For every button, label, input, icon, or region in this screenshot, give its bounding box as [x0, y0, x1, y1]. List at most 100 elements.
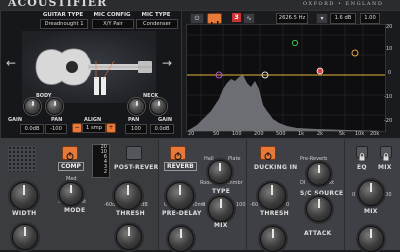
- neck-gain-value[interactable]: 0.0dB: [150, 124, 174, 134]
- lower-comp-knob[interactable]: [116, 224, 142, 250]
- neck-pan-label: PAN: [128, 117, 140, 123]
- guitar-type-label: GUITAR TYPE: [42, 12, 84, 18]
- sc-pre-reverb: Pre-Reverb: [300, 156, 328, 162]
- type-chmbr: Chmbr: [226, 180, 243, 186]
- db-tick: 0: [388, 70, 392, 76]
- freq-tick: 500: [276, 131, 286, 137]
- post-reverb-label: POST-REVERB: [114, 164, 164, 171]
- mic-config-select[interactable]: X/Y Pair: [92, 19, 134, 29]
- q-value[interactable]: 1.00: [360, 13, 380, 24]
- comp-thresh-knob[interactable]: [114, 182, 142, 210]
- mic-type-label: MIC TYPE: [141, 12, 171, 18]
- power-icon[interactable]: ⏻: [190, 13, 204, 24]
- freq-value[interactable]: 2626.5 Hz: [276, 13, 308, 24]
- lower-output-knob[interactable]: [358, 226, 384, 252]
- duck-thresh-min: -60: [250, 202, 259, 208]
- output-mix-label: MIX: [364, 208, 378, 215]
- brand-text: OXFORD • ENGLAND: [303, 1, 384, 7]
- reverb-power-button[interactable]: [170, 146, 186, 160]
- filter-shape-icon[interactable]: ∿: [243, 13, 255, 24]
- body-gain-label: GAIN: [8, 117, 23, 123]
- post-reverb-toggle[interactable]: [126, 146, 142, 160]
- attack-label: ATTACK: [304, 230, 332, 237]
- db-tick: -10: [384, 94, 393, 100]
- freq-tick: 2k: [317, 131, 324, 137]
- neck-gain-label: GAIN: [158, 117, 173, 123]
- predelay-min: 0: [164, 202, 168, 208]
- freq-tick: 20: [188, 131, 195, 137]
- predelay-label: PRE-DELAY: [162, 210, 202, 217]
- db-tick: -20: [384, 118, 393, 124]
- mix-min: 0: [352, 192, 356, 198]
- comp-thresh-label: THRESH: [116, 210, 145, 217]
- predelay-knob[interactable]: [166, 182, 194, 210]
- gain-reduction-meter: 20 10 6 4 3 2: [92, 144, 110, 178]
- lower-reverb-knob[interactable]: [168, 226, 194, 252]
- gain-value[interactable]: 1.6 dB: [330, 13, 356, 24]
- width-label: WIDTH: [12, 210, 37, 217]
- duck-thresh-label: THRESH: [260, 210, 289, 217]
- guitar-type-select[interactable]: Dreadnought 1: [40, 19, 88, 29]
- app-logo: ACOUSTIFIER: [8, 0, 108, 9]
- reverb-type-label: TYPE: [212, 188, 231, 195]
- type-plate: Plate: [228, 156, 241, 162]
- mix-label-top: MIX: [378, 164, 392, 171]
- align-plus-button[interactable]: +: [106, 123, 116, 133]
- band-number[interactable]: 3: [232, 13, 241, 22]
- reverb-mix-max: 100: [236, 202, 246, 208]
- sc-source-knob[interactable]: [307, 162, 331, 186]
- body-gain-knob[interactable]: [24, 98, 41, 115]
- freq-tick: 50: [213, 131, 220, 137]
- reverb-type-knob[interactable]: [208, 160, 232, 184]
- body-pan-label: PAN: [51, 117, 63, 123]
- freq-tick: 100: [232, 131, 242, 137]
- freq-tick: 10k: [355, 131, 365, 137]
- reverb-mix-label: MIX: [214, 222, 228, 229]
- comp-label: COMP: [58, 162, 84, 171]
- db-tick: 10: [386, 46, 393, 52]
- reverb-mix-knob[interactable]: [208, 196, 234, 222]
- freq-tick: 200: [254, 131, 264, 137]
- arrow-right-icon[interactable]: →: [162, 56, 172, 70]
- mic-type-select[interactable]: Condenser: [136, 19, 178, 29]
- eq-label: EQ: [357, 164, 367, 171]
- lower-left-knob[interactable]: [12, 224, 38, 250]
- mix-lock-icon[interactable]: [380, 146, 392, 161]
- body-label: BODY: [36, 93, 52, 99]
- eq-graph-icon[interactable]: [207, 13, 222, 27]
- mode-knob[interactable]: [59, 182, 83, 206]
- output-mix-knob[interactable]: [358, 180, 384, 206]
- freq-tick: 1k: [298, 131, 305, 137]
- reverb-mix-min: 0: [202, 202, 206, 208]
- body-pan-value[interactable]: -100: [45, 124, 67, 134]
- freq-tick: 5k: [339, 131, 346, 137]
- speaker-grille: [8, 146, 36, 172]
- attack-knob[interactable]: [306, 196, 332, 222]
- arrow-left-icon[interactable]: ←: [6, 56, 16, 70]
- body-pan-knob[interactable]: [46, 98, 63, 115]
- body-gain-value[interactable]: 0.0dB: [20, 124, 44, 134]
- meter-value: 2: [103, 169, 107, 175]
- neck-pan-value[interactable]: 100: [125, 124, 147, 134]
- lower-duck-knob[interactable]: [260, 226, 286, 252]
- eq-graph[interactable]: [186, 24, 386, 132]
- neck-pan-knob[interactable]: [128, 98, 145, 115]
- freq-tick: 20k: [370, 131, 380, 137]
- reverb-label: REVERB: [164, 162, 197, 171]
- band-dropdown-icon[interactable]: ▾: [316, 13, 328, 24]
- sc-di: DI: [300, 180, 306, 186]
- type-hall: Hall: [204, 156, 214, 162]
- mic-config-label: MIC CONFIG: [93, 12, 131, 18]
- comp-power-button[interactable]: [62, 146, 78, 160]
- align-value[interactable]: 1 smp: [82, 123, 106, 133]
- neck-gain-knob[interactable]: [150, 98, 167, 115]
- align-minus-button[interactable]: −: [72, 123, 82, 133]
- duck-thresh-knob[interactable]: [258, 182, 286, 210]
- ducking-label: DUCKING IN: [254, 164, 298, 171]
- eq-lock-icon[interactable]: [356, 146, 368, 161]
- duck-thresh-max: 0: [286, 202, 290, 208]
- width-knob[interactable]: [10, 182, 38, 210]
- mode-label: MODE: [64, 207, 86, 214]
- db-tick: 20: [386, 24, 393, 30]
- ducking-power-button[interactable]: [260, 146, 276, 160]
